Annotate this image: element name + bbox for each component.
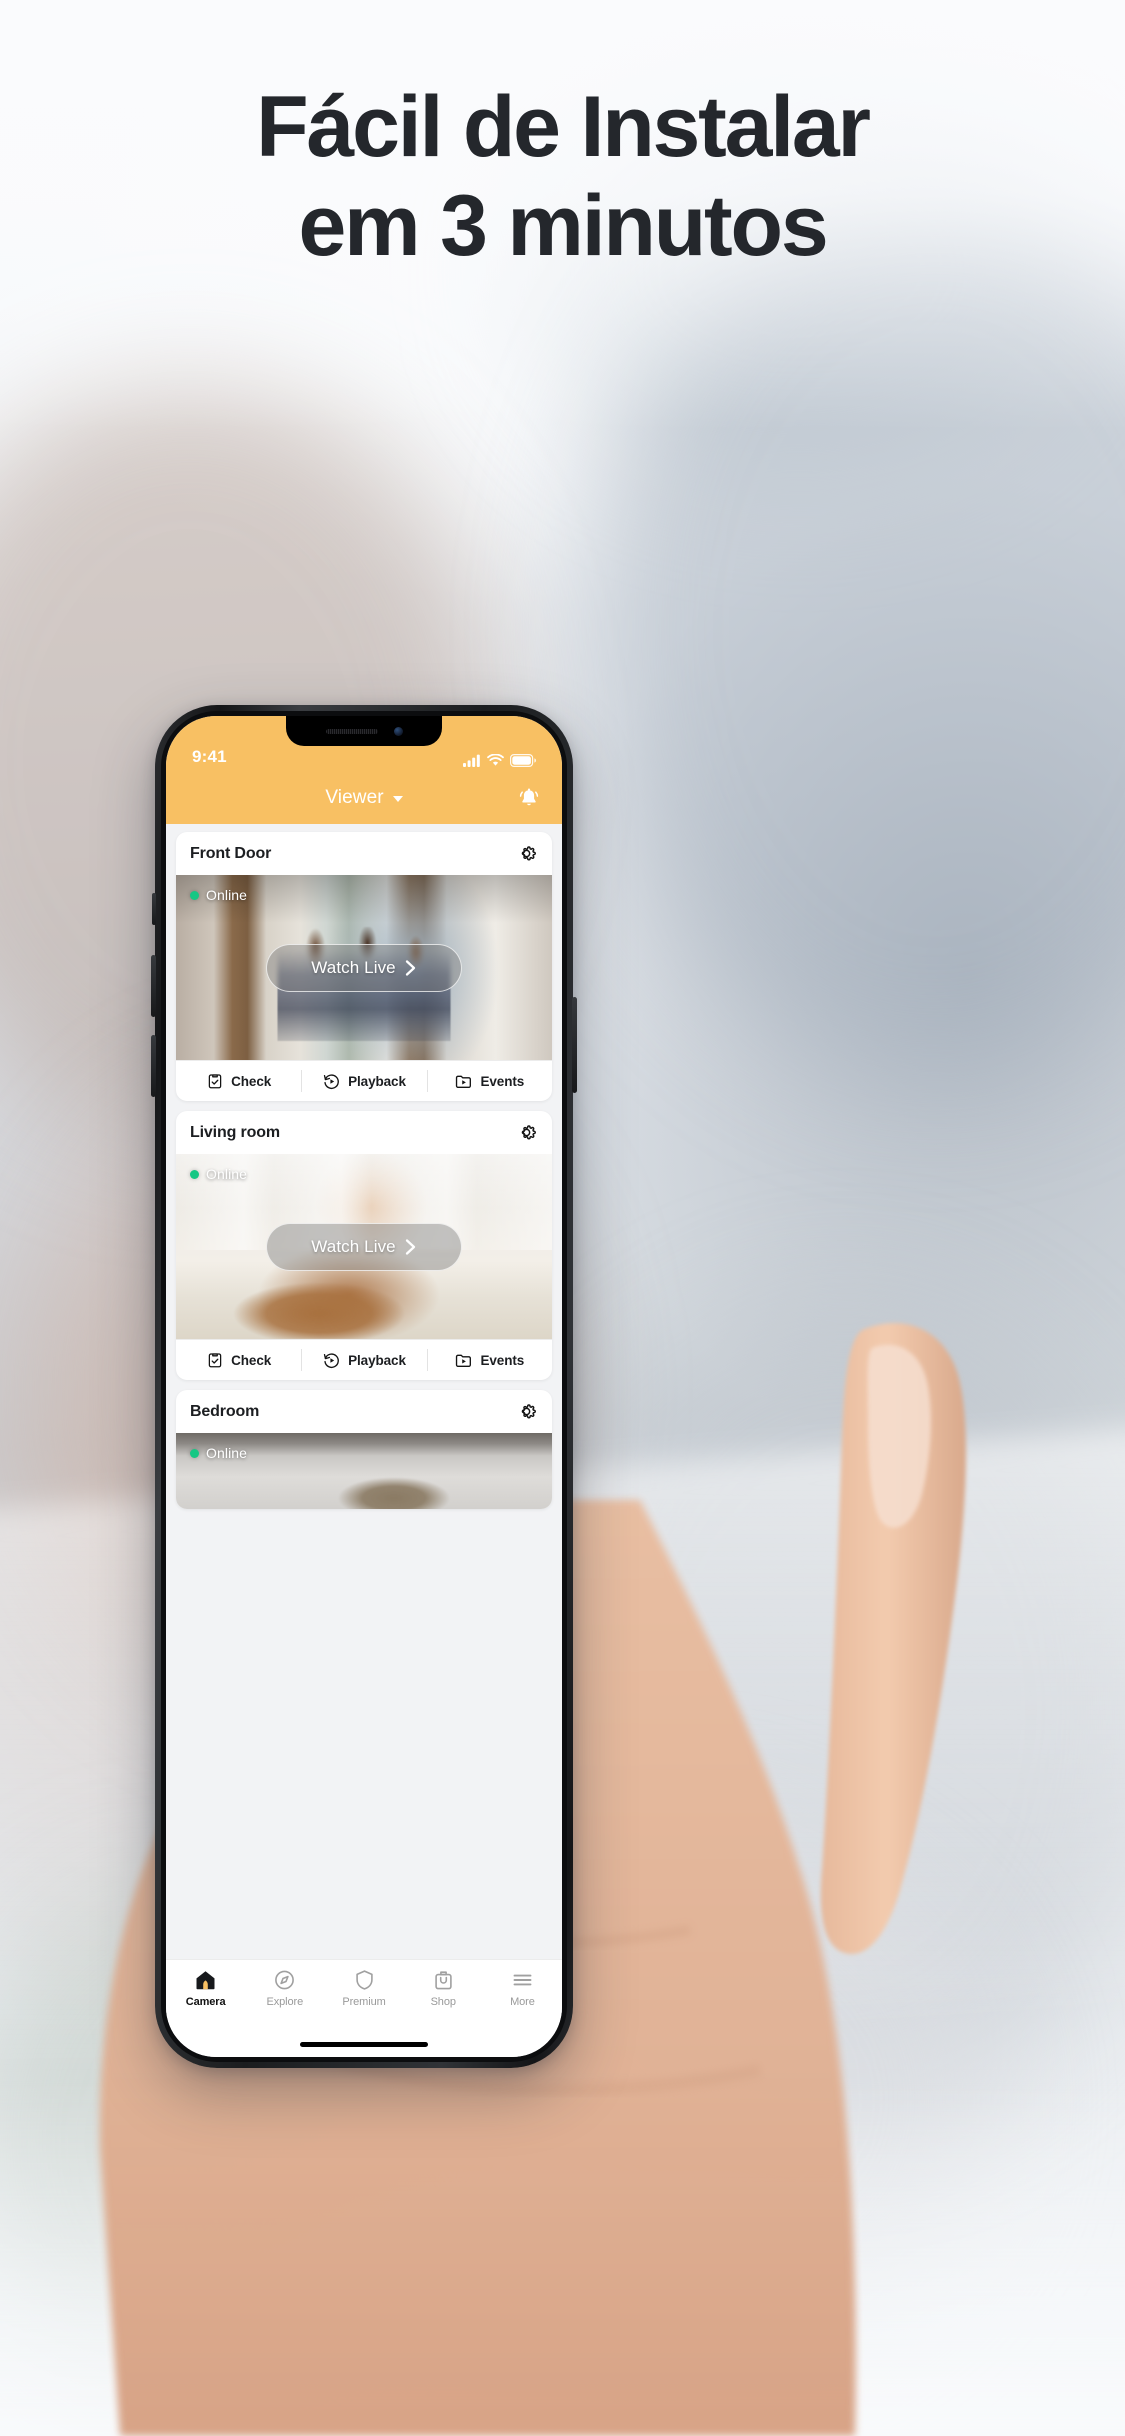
status-badge: Online	[190, 1445, 247, 1461]
hamburger-menu-icon	[513, 1974, 532, 1986]
headline-line-1: Fácil de Instalar	[256, 79, 871, 175]
silent-switch[interactable]	[152, 893, 156, 925]
camera-name: Front Door	[190, 844, 272, 862]
tab-shop[interactable]: Shop	[404, 1968, 483, 2008]
status-badge: Online	[190, 1166, 247, 1182]
gear-icon	[521, 1404, 536, 1419]
home-icon	[196, 1971, 215, 1990]
camera-card[interactable]: Bedroom Online	[176, 1390, 552, 1509]
camera-name: Bedroom	[190, 1402, 260, 1420]
tab-explore[interactable]: Explore	[245, 1968, 324, 2008]
camera-name: Living room	[190, 1123, 280, 1141]
folder-play-icon	[456, 1354, 472, 1367]
status-bar-time: 9:41	[192, 747, 227, 766]
earpiece-speaker	[325, 728, 378, 734]
compass-icon	[275, 1970, 295, 1990]
camera-card[interactable]: Living room Online Watch Live Check Play…	[176, 1111, 552, 1380]
rewind-play-icon	[323, 1352, 339, 1368]
shopping-bag-icon	[435, 1971, 452, 1990]
front-camera-icon	[393, 726, 403, 736]
action-label: Check	[231, 1352, 272, 1368]
status-bar: 9:41	[166, 716, 562, 772]
tab-premium[interactable]: Premium	[324, 1968, 403, 2008]
chevron-right-icon	[405, 959, 415, 976]
camera-card-header: Living room	[176, 1111, 552, 1154]
folder-play-icon	[456, 1075, 472, 1088]
events-button[interactable]: Events	[426, 1061, 552, 1101]
home-indicator[interactable]	[300, 2041, 428, 2047]
phone-mockup: 9:41 Viewer Front Door Online Watch Live…	[151, 705, 577, 2068]
bottom-tab-bar: Camera Explore Premium Shop More	[166, 1959, 562, 2031]
viewer-dropdown[interactable]: Viewer	[325, 787, 403, 809]
watch-live-label: Watch Live	[311, 1236, 396, 1256]
status-dot-icon	[190, 1169, 199, 1179]
tab-label: Premium	[342, 1996, 386, 2008]
camera-card-header: Front Door	[176, 832, 552, 875]
camera-card-header: Bedroom	[176, 1390, 552, 1433]
home-indicator-area	[166, 2031, 562, 2057]
chevron-down-icon	[392, 795, 403, 802]
check-button[interactable]: Check	[176, 1340, 301, 1380]
chevron-right-icon	[405, 1238, 415, 1255]
watch-live-label: Watch Live	[311, 957, 396, 977]
phone-screen: 9:41 Viewer Front Door Online Watch Live…	[166, 716, 562, 2057]
clipboard-check-icon	[208, 1074, 222, 1089]
page-headline: Fácil de Instalar em 3 minutos	[0, 78, 1125, 276]
camera-settings-button[interactable]	[514, 1400, 538, 1424]
camera-list[interactable]: Front Door Online Watch Live Check Playb…	[166, 824, 562, 1959]
phone-notch	[286, 716, 442, 746]
app-bar-title: Viewer	[325, 787, 384, 808]
action-label: Events	[480, 1073, 525, 1089]
status-bar-indicators	[463, 754, 536, 767]
notifications-button[interactable]	[514, 783, 544, 813]
bell-icon	[519, 788, 539, 806]
tab-label: Shop	[430, 1996, 456, 2008]
gear-icon	[521, 1125, 536, 1140]
status-label: Online	[206, 1445, 248, 1461]
status-label: Online	[206, 887, 248, 903]
gear-icon	[521, 846, 536, 861]
camera-preview[interactable]: Online Watch Live	[176, 1154, 552, 1339]
status-badge: Online	[190, 887, 247, 903]
playback-button[interactable]: Playback	[301, 1061, 426, 1101]
camera-preview[interactable]: Online	[176, 1433, 552, 1509]
action-label: Check	[231, 1073, 272, 1089]
action-label: Playback	[348, 1352, 406, 1368]
watch-live-button[interactable]: Watch Live	[266, 1222, 462, 1271]
camera-settings-button[interactable]	[514, 1121, 538, 1145]
tab-camera[interactable]: Camera	[166, 1968, 245, 2008]
battery-icon	[510, 754, 536, 767]
camera-settings-button[interactable]	[514, 842, 538, 866]
scene-detail	[318, 1474, 470, 1509]
playback-button[interactable]: Playback	[301, 1340, 426, 1380]
camera-preview[interactable]: Online Watch Live	[176, 875, 552, 1060]
tab-label: More	[510, 1996, 535, 2008]
check-button[interactable]: Check	[176, 1061, 301, 1101]
status-dot-icon	[190, 1448, 199, 1458]
tab-more[interactable]: More	[483, 1968, 562, 2008]
tab-label: Camera	[185, 1996, 226, 2008]
status-label: Online	[206, 1166, 248, 1182]
tab-label: Explore	[266, 1996, 304, 2008]
clipboard-check-icon	[208, 1353, 222, 1368]
status-dot-icon	[190, 890, 199, 900]
app-bar: Viewer	[166, 772, 562, 824]
camera-actions: Check Playback Events	[176, 1339, 552, 1380]
volume-up-button[interactable]	[151, 955, 156, 1017]
headline-line-2: em 3 minutos	[298, 178, 829, 274]
action-label: Playback	[348, 1073, 406, 1089]
volume-down-button[interactable]	[151, 1035, 156, 1097]
action-label: Events	[480, 1352, 525, 1368]
events-button[interactable]: Events	[426, 1340, 552, 1380]
camera-actions: Check Playback Events	[176, 1060, 552, 1101]
shield-icon	[355, 1970, 373, 1990]
rewind-play-icon	[323, 1073, 339, 1089]
watch-live-button[interactable]: Watch Live	[266, 943, 462, 992]
camera-card[interactable]: Front Door Online Watch Live Check Playb…	[176, 832, 552, 1101]
power-button[interactable]	[572, 997, 577, 1093]
wifi-icon	[487, 754, 504, 766]
cellular-signal-icon	[463, 754, 480, 767]
